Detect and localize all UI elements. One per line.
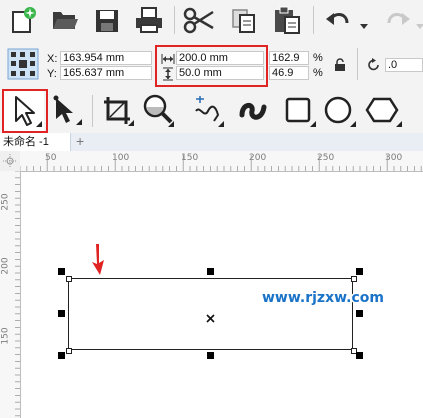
property-bar: X: 163.954 mm Y: 165.637 mm 200.0 mm 50.…: [0, 40, 423, 90]
zoom-tool[interactable]: [140, 93, 176, 129]
shape-tool[interactable]: [50, 93, 86, 129]
h-ruler-ticks: [20, 155, 422, 171]
node-top-left: [66, 276, 72, 282]
toolbox: [0, 89, 423, 134]
rotation-value: .0: [388, 59, 398, 71]
rectangle-tool[interactable]: [282, 93, 318, 129]
handle-top-center[interactable]: [207, 268, 214, 275]
handle-middle-right[interactable]: [356, 310, 363, 317]
redo-dropdown-icon[interactable]: [416, 17, 423, 29]
horizontal-ruler[interactable]: 50 100 150 200 250 300: [20, 151, 423, 172]
handle-bottom-right[interactable]: [356, 352, 363, 359]
drawing-canvas[interactable]: www.rjzxw.com: [21, 172, 423, 418]
scale-x-percent: %: [313, 52, 323, 64]
redo-icon[interactable]: [385, 8, 411, 32]
crop-icon: [104, 97, 134, 126]
crop-tool[interactable]: [100, 93, 136, 129]
scale-y-percent: %: [313, 67, 323, 79]
new-doc-icon[interactable]: [10, 6, 36, 34]
handle-middle-left[interactable]: [58, 310, 65, 317]
rotate-icon: [367, 58, 381, 72]
vertical-ruler[interactable]: 250 200 150: [0, 171, 21, 418]
center-x-icon[interactable]: [206, 310, 215, 323]
handle-bottom-center[interactable]: [207, 352, 214, 359]
ellipse-icon: [324, 96, 356, 127]
undo-icon[interactable]: [325, 8, 351, 32]
watermark-text: www.rjzxw.com: [262, 290, 384, 306]
node-bottom-left: [66, 348, 72, 354]
artistic-media-tool[interactable]: [236, 93, 272, 129]
freehand-tool[interactable]: [190, 93, 226, 129]
standard-toolbar: [0, 0, 423, 41]
open-folder-icon[interactable]: [51, 8, 79, 32]
lock-ratio-icon[interactable]: [334, 58, 346, 72]
document-tab-label: 未命名 -1: [3, 136, 49, 148]
polygon-tool[interactable]: [364, 93, 404, 129]
copy-icon[interactable]: [230, 7, 258, 35]
pick-tool-highlight-box: [2, 89, 48, 133]
ellipse-tool[interactable]: [322, 93, 358, 129]
freehand-icon: [195, 96, 224, 127]
y-label: Y:: [47, 68, 57, 80]
add-tab-button[interactable]: +: [76, 133, 84, 149]
handle-top-right[interactable]: [356, 268, 363, 275]
rectangle-icon: [285, 97, 316, 127]
shape-tool-icon: [53, 95, 82, 125]
cut-icon[interactable]: [183, 6, 215, 34]
handle-top-left[interactable]: [58, 268, 65, 275]
paste-icon[interactable]: [272, 5, 302, 35]
red-arrow-icon: [91, 242, 107, 276]
undo-dropdown-icon[interactable]: [360, 17, 368, 29]
node-top-right: [351, 276, 357, 282]
object-origin-icon[interactable]: [6, 47, 40, 81]
handle-bottom-left[interactable]: [58, 352, 65, 359]
scale-x-value: 162.9: [272, 52, 300, 64]
v-ruler-ticks: [15, 171, 20, 417]
x-position-value: 163.954 mm: [63, 52, 125, 64]
document-tab[interactable]: 未命名 -1: [0, 133, 71, 151]
size-highlight-box: [155, 45, 268, 87]
y-position-value: 165.637 mm: [63, 67, 125, 79]
polygon-icon: [365, 97, 402, 127]
ruler-corner: [0, 151, 21, 172]
scale-y-value: 46.9: [272, 67, 294, 79]
save-icon[interactable]: [94, 8, 120, 34]
artistic-media-icon: [239, 103, 267, 120]
print-icon[interactable]: [134, 6, 164, 34]
x-label: X:: [47, 53, 58, 65]
zoom-icon: [143, 94, 174, 127]
